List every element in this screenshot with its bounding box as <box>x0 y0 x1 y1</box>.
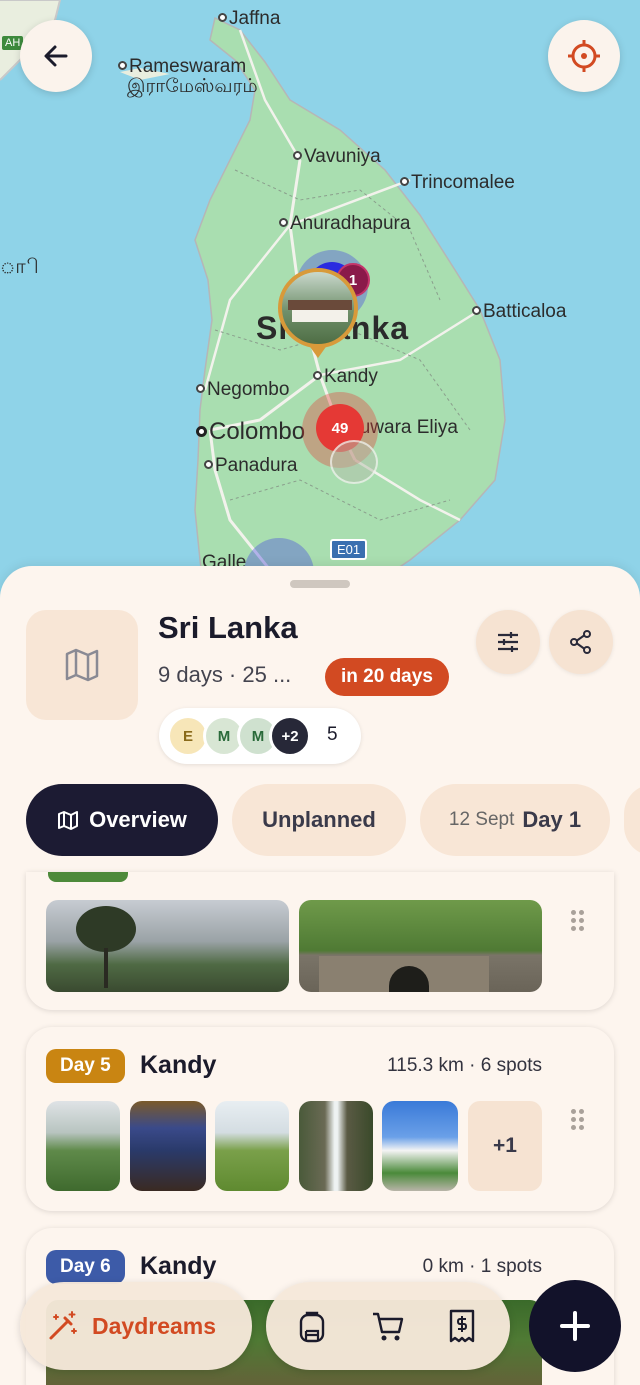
tab-overview[interactable]: Overview <box>26 784 218 856</box>
sliders-icon <box>498 632 518 652</box>
place-photo[interactable] <box>299 900 542 992</box>
map-photo-marker[interactable] <box>278 268 358 348</box>
daydreams-button[interactable]: Daydreams <box>20 1282 252 1370</box>
share-icon <box>570 630 591 654</box>
trip-title: Sri Lanka <box>158 610 298 645</box>
map-label-kandy[interactable]: Kandy <box>313 366 378 388</box>
shopping-button[interactable] <box>366 1304 410 1348</box>
avatar-overflow: +2 <box>269 715 311 757</box>
sheet-drag-handle[interactable] <box>290 580 350 588</box>
map-label-rameswaram-tamil: இராமேஸ்வரம் <box>127 76 258 97</box>
map-label-colombo[interactable]: Colombo <box>196 418 305 446</box>
photo-marker-pin <box>308 344 328 358</box>
map-label-edge: ாி <box>0 256 39 278</box>
map-label-jaffna[interactable]: Jaffna <box>218 8 280 30</box>
cart-icon <box>373 1312 404 1341</box>
receipt-icon <box>449 1309 475 1343</box>
map-label-negombo[interactable]: Negombo <box>196 379 289 401</box>
place-photo[interactable] <box>46 1101 120 1191</box>
cluster-secondary[interactable] <box>330 440 378 484</box>
daydreams-label: Daydreams <box>92 1312 217 1339</box>
packing-button[interactable] <box>290 1304 334 1348</box>
day-meta: 0 km · 1 spots <box>422 1256 542 1277</box>
back-button[interactable] <box>20 20 92 92</box>
map-icon <box>58 811 79 830</box>
tab-next-day[interactable] <box>624 784 640 856</box>
arrow-left-icon <box>44 45 68 67</box>
place-photo[interactable] <box>382 1101 458 1191</box>
day-badge: Day 6 <box>46 1250 125 1284</box>
tab-unplanned[interactable]: Unplanned <box>232 784 406 856</box>
day-title: Kandy <box>140 1252 217 1280</box>
trip-bottom-sheet: Sri Lanka 9 days · 25 ... in 20 days E M… <box>0 566 640 1385</box>
share-button[interactable] <box>549 610 613 674</box>
map-label-panadura[interactable]: Panadura <box>204 455 297 477</box>
trip-tools-bar <box>266 1282 510 1370</box>
map-label-vavuniya[interactable]: Vavuniya <box>293 146 381 168</box>
trip-members[interactable]: E M M +2 5 <box>159 708 361 764</box>
map-icon <box>65 648 99 682</box>
magic-wand-icon <box>49 1311 77 1340</box>
map-label-anuradhapura[interactable]: Anuradhapura <box>279 213 410 235</box>
plus-icon <box>560 1311 590 1341</box>
day-meta: 115.3 km · 6 spots <box>387 1055 542 1076</box>
day-card-previous[interactable] <box>26 872 614 1010</box>
day-card-5[interactable]: Day 5 Kandy 115.3 km · 6 spots +1 <box>26 1027 614 1211</box>
day-badge-partial <box>48 872 128 882</box>
map-label-batticaloa[interactable]: Batticaloa <box>472 301 566 323</box>
place-photo[interactable] <box>299 1101 373 1191</box>
more-photos-button[interactable]: +1 <box>468 1101 542 1191</box>
drag-handle[interactable] <box>571 1109 585 1133</box>
expenses-button[interactable] <box>440 1304 484 1348</box>
day-title: Kandy <box>140 1051 217 1079</box>
trip-summary: 9 days · 25 ... <box>158 662 292 687</box>
members-count: 5 <box>327 724 338 745</box>
day-tabs: Overview Unplanned 12 Sept Day 1 <box>26 784 640 856</box>
countdown-badge: in 20 days <box>325 658 449 696</box>
filter-button[interactable] <box>476 610 540 674</box>
road-shield-e01: E01 <box>330 539 368 560</box>
backpack-icon <box>299 1311 325 1343</box>
map-label-rameswaram[interactable]: Rameswaram <box>118 56 246 78</box>
trip-cover-thumbnail[interactable] <box>26 610 138 720</box>
place-photo[interactable] <box>130 1101 206 1191</box>
drag-handle[interactable] <box>571 910 585 934</box>
tab-day-1[interactable]: 12 Sept Day 1 <box>420 784 610 856</box>
locate-button[interactable] <box>548 20 620 92</box>
day-badge: Day 5 <box>46 1049 125 1083</box>
crosshair-icon <box>568 40 600 72</box>
place-photo[interactable] <box>215 1101 289 1191</box>
add-button[interactable] <box>529 1280 621 1372</box>
map-label-trincomalee[interactable]: Trincomalee <box>400 172 515 194</box>
place-photo[interactable] <box>46 900 289 992</box>
trip-map[interactable]: AH ாி Jaffna Rameswaram இராமேஸ்வரம் Vavu… <box>0 0 640 640</box>
